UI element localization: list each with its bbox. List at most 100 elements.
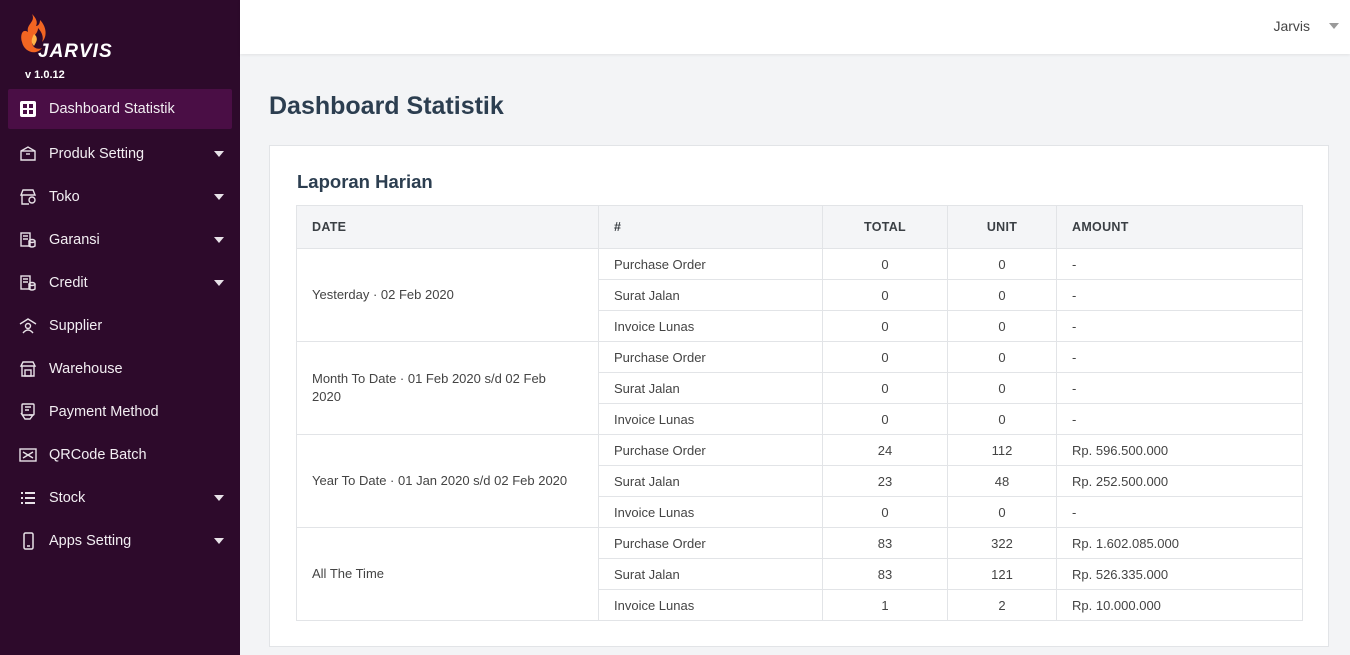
sidebar-item-label: QRCode Batch — [49, 446, 147, 463]
warehouse-icon — [18, 359, 38, 379]
sidebar-item-dashboard-statistik[interactable]: Dashboard Statistik — [8, 89, 232, 129]
type-cell: Invoice Lunas — [598, 589, 823, 621]
unit-cell: 0 — [947, 372, 1057, 404]
chevron-down-icon — [214, 150, 224, 157]
top-header: Jarvis — [240, 0, 1350, 54]
type-cell: Purchase Order — [598, 248, 823, 280]
chevron-down-icon — [214, 236, 224, 243]
sidebar-item-label: Dashboard Statistik — [49, 101, 175, 117]
total-cell: 83 — [822, 558, 948, 590]
sidebar: JARVIS v 1.0.12 Dashboard Statistik Prod… — [0, 0, 240, 655]
amount-cell: Rp. 10.000.000 — [1056, 589, 1303, 621]
total-cell: 23 — [822, 465, 948, 497]
unit-cell: 0 — [947, 248, 1057, 280]
list-icon — [18, 488, 38, 508]
unit-cell: 0 — [947, 403, 1057, 435]
type-cell: Surat Jalan — [598, 372, 823, 404]
total-cell: 0 — [822, 341, 948, 373]
period-cell: Year To Date · 01 Jan 2020 s/d 02 Feb 20… — [296, 434, 599, 528]
column-header-type: # — [598, 205, 823, 249]
table-header-row: DATE # TOTAL UNIT AMOUNT — [296, 205, 1303, 249]
amount-cell: Rp. 1.602.085.000 — [1056, 527, 1303, 559]
total-cell: 0 — [822, 279, 948, 311]
total-cell: 0 — [822, 372, 948, 404]
amount-cell: - — [1056, 403, 1303, 435]
unit-cell: 0 — [947, 341, 1057, 373]
dashboard-icon — [18, 99, 38, 119]
type-cell: Surat Jalan — [598, 465, 823, 497]
table-row: All The Time Purchase Order 83 322 Rp. 1.602… — [296, 527, 1303, 621]
column-header-total: TOTAL — [822, 205, 948, 249]
type-cell: Surat Jalan — [598, 558, 823, 590]
qrcode-icon — [18, 445, 38, 465]
sidebar-item-credit[interactable]: Credit — [8, 261, 232, 304]
total-cell: 83 — [822, 527, 948, 559]
supplier-icon — [18, 316, 38, 336]
sidebar-item-label: Stock — [49, 489, 86, 506]
jarvis-logo[interactable]: JARVIS — [18, 12, 118, 62]
period-cell: Yesterday · 02 Feb 2020 — [296, 248, 599, 342]
sidebar-item-stock[interactable]: Stock — [8, 476, 232, 519]
chevron-down-icon — [214, 537, 224, 544]
total-cell: 0 — [822, 248, 948, 280]
column-header-amount: AMOUNT — [1056, 205, 1303, 249]
sidebar-item-warehouse[interactable]: Warehouse — [8, 347, 232, 390]
amount-cell: - — [1056, 496, 1303, 528]
sidebar-item-toko[interactable]: Toko — [8, 175, 232, 218]
user-menu[interactable]: Jarvis — [1273, 18, 1310, 34]
sidebar-item-produk-setting[interactable]: Produk Setting — [8, 132, 232, 175]
type-cell: Purchase Order — [598, 527, 823, 559]
payment-icon — [18, 402, 38, 422]
sidebar-item-label: Supplier — [49, 317, 103, 334]
daily-report-table: DATE # TOTAL UNIT AMOUNT Yesterday · 02 … — [296, 205, 1303, 621]
column-header-unit: UNIT — [947, 205, 1057, 249]
sidebar-item-payment-method[interactable]: Payment Method — [8, 390, 232, 433]
warranty-icon — [18, 230, 38, 250]
unit-cell: 112 — [947, 434, 1057, 466]
column-header-date: DATE — [296, 205, 599, 249]
amount-cell: - — [1056, 248, 1303, 280]
chevron-down-icon — [214, 494, 224, 501]
box-icon — [18, 144, 38, 164]
type-cell: Invoice Lunas — [598, 403, 823, 435]
sidebar-item-label: Produk Setting — [49, 145, 145, 162]
amount-cell: - — [1056, 310, 1303, 342]
sidebar-item-supplier[interactable]: Supplier — [8, 304, 232, 347]
unit-cell: 0 — [947, 279, 1057, 311]
sidebar-item-garansi[interactable]: Garansi — [8, 218, 232, 261]
sidebar-item-qrcode-batch[interactable]: QRCode Batch — [8, 433, 232, 476]
amount-cell: - — [1056, 279, 1303, 311]
credit-icon — [18, 273, 38, 293]
unit-cell: 0 — [947, 310, 1057, 342]
sidebar-item-label: Payment Method — [49, 403, 159, 420]
total-cell: 0 — [822, 310, 948, 342]
sidebar-item-label: Warehouse — [49, 360, 123, 377]
chevron-down-icon[interactable] — [1329, 23, 1339, 29]
type-cell: Invoice Lunas — [598, 496, 823, 528]
total-cell: 24 — [822, 434, 948, 466]
chevron-down-icon — [214, 193, 224, 200]
type-cell: Purchase Order — [598, 434, 823, 466]
unit-cell: 0 — [947, 496, 1057, 528]
amount-cell: Rp. 526.335.000 — [1056, 558, 1303, 590]
sidebar-item-apps-setting[interactable]: Apps Setting — [8, 519, 232, 562]
period-cell: Month To Date · 01 Feb 2020 s/d 02 Feb 2… — [296, 341, 599, 435]
sidebar-item-label: Garansi — [49, 231, 100, 248]
unit-cell: 322 — [947, 527, 1057, 559]
page-title: Dashboard Statistik — [269, 92, 504, 120]
table-row: Yesterday · 02 Feb 2020 Purchase Order 0 0- — [296, 248, 1303, 342]
amount-cell: - — [1056, 372, 1303, 404]
table-row: Month To Date · 01 Feb 2020 s/d 02 Feb 2… — [296, 341, 1303, 435]
total-cell: 0 — [822, 403, 948, 435]
logo-text: JARVIS — [38, 41, 113, 62]
unit-cell: 48 — [947, 465, 1057, 497]
sidebar-item-label: Apps Setting — [49, 532, 132, 549]
amount-cell: Rp. 252.500.000 — [1056, 465, 1303, 497]
chevron-down-icon — [214, 279, 224, 286]
type-cell: Surat Jalan — [598, 279, 823, 311]
table-row: Year To Date · 01 Jan 2020 s/d 02 Feb 20… — [296, 434, 1303, 528]
report-title: Laporan Harian — [297, 171, 433, 192]
unit-cell: 2 — [947, 589, 1057, 621]
amount-cell: - — [1056, 341, 1303, 373]
type-cell: Purchase Order — [598, 341, 823, 373]
